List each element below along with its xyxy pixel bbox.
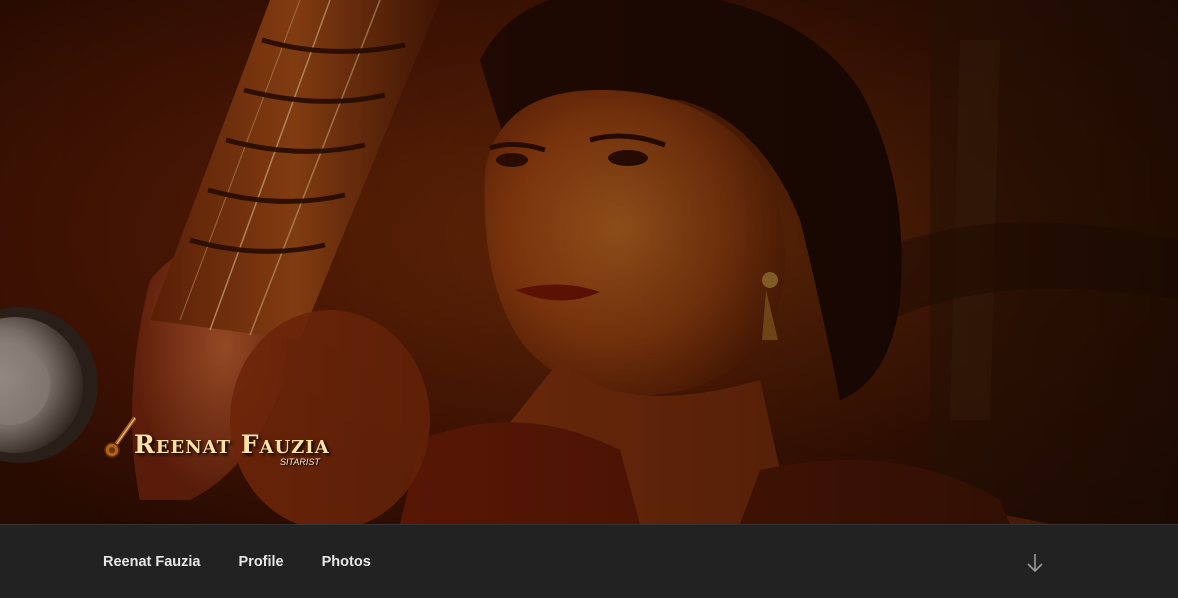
main-navigation: Reenat Fauzia Profile Photos (0, 524, 1178, 598)
nav-menu: Reenat Fauzia Profile Photos (103, 553, 371, 571)
nav-item-home: Reenat Fauzia (103, 553, 201, 571)
hero-image: Reenat Fauzia SITARIST (0, 0, 1178, 524)
site-tagline: SITARIST (280, 457, 320, 467)
nav-item-profile: Profile (239, 553, 284, 571)
site-title[interactable]: Reenat Fauzia (134, 430, 330, 459)
nav-link-reenat-fauzia[interactable]: Reenat Fauzia (103, 554, 201, 570)
nav-link-profile[interactable]: Profile (239, 554, 284, 570)
nav-link-photos[interactable]: Photos (322, 554, 371, 570)
arrow-down-icon[interactable] (1024, 552, 1046, 574)
nav-item-photos: Photos (322, 553, 371, 571)
